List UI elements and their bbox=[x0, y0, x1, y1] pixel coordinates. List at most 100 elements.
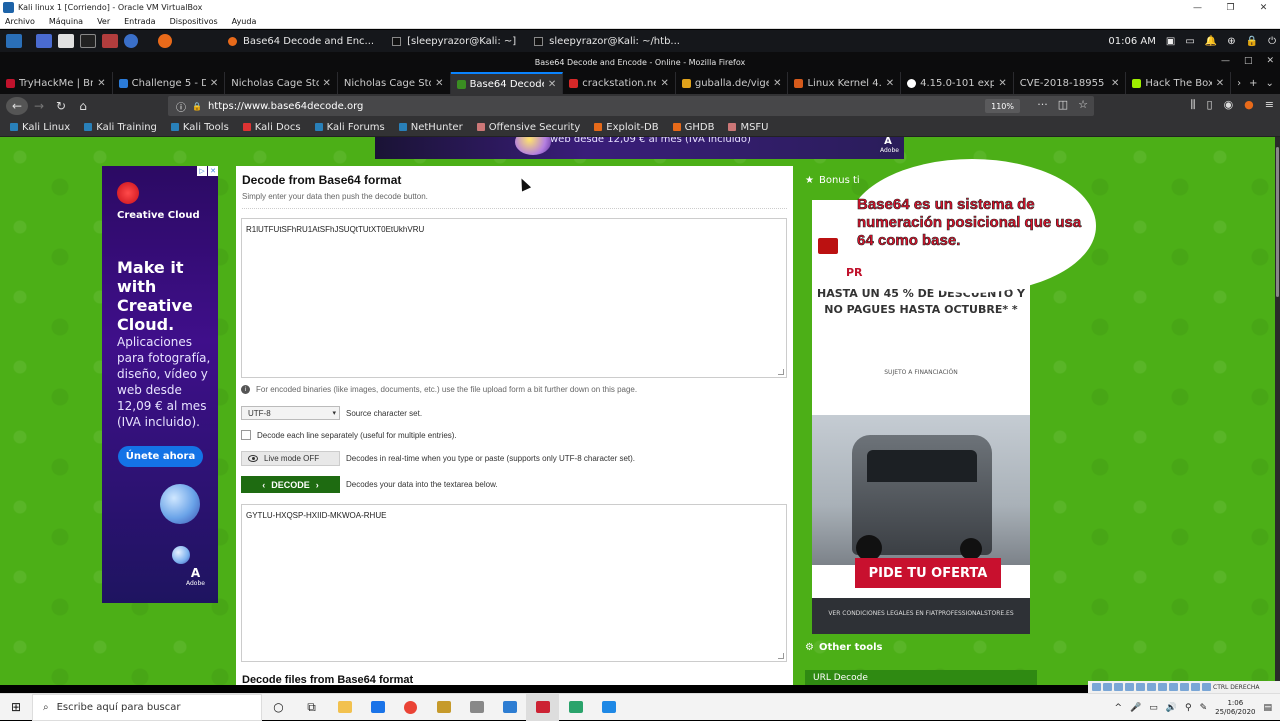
tab-close-icon[interactable]: ✕ bbox=[660, 78, 668, 89]
tab-close-icon[interactable]: ✕ bbox=[97, 78, 105, 89]
pen-icon[interactable]: ✎ bbox=[1200, 703, 1208, 713]
task-firefox[interactable]: Base64 Decode and Enc... bbox=[222, 32, 380, 50]
left-ad[interactable]: ▷ ✕ Creative Cloud Make it with Creative … bbox=[102, 166, 218, 603]
power-icon[interactable]: ⏻ bbox=[1268, 36, 1276, 47]
taskbar-search[interactable]: ⌕ Escribe aquí para buscar bbox=[32, 693, 262, 721]
tab-close-icon[interactable]: ✕ bbox=[886, 78, 894, 89]
url-bar[interactable]: ⓘ 🔒 https://www.base64decode.org 110% ··… bbox=[168, 96, 1094, 116]
ff-maximize-icon[interactable]: □ bbox=[1244, 56, 1253, 66]
tab[interactable]: 4.15.0-101 explo ✕ bbox=[901, 72, 1014, 94]
task-terminal-1[interactable]: [sleepyrazor@Kali: ~] bbox=[386, 32, 522, 50]
decode-button[interactable]: ‹ DECODE › bbox=[241, 476, 340, 493]
windows-start-icon[interactable]: ⊞ bbox=[0, 694, 32, 721]
resize-grip-icon[interactable] bbox=[778, 369, 784, 375]
tab-close-icon[interactable]: ✕ bbox=[1216, 78, 1224, 89]
tab-close-icon[interactable]: ✕ bbox=[998, 78, 1006, 89]
usb-icon[interactable] bbox=[1136, 683, 1145, 691]
url-text[interactable]: https://www.base64decode.org bbox=[208, 101, 363, 112]
task-terminal-2[interactable]: sleepyrazor@Kali: ~/htb... bbox=[528, 32, 686, 50]
scrollbar-thumb[interactable] bbox=[1276, 147, 1279, 297]
account-icon[interactable]: ◉ bbox=[1224, 98, 1234, 112]
tray-up-icon[interactable]: ^ bbox=[1114, 703, 1122, 713]
mouse-icon[interactable] bbox=[1191, 683, 1200, 691]
library-icon[interactable]: ⫼ bbox=[1190, 98, 1195, 112]
tab[interactable]: Hack The Box :: C ✕ bbox=[1126, 72, 1232, 94]
ad-cta-button[interactable]: Únete ahora bbox=[118, 446, 203, 467]
charset-select[interactable]: UTF-8 ▾ bbox=[241, 406, 340, 420]
app-icon[interactable] bbox=[427, 694, 460, 721]
bookmark[interactable]: Kali Forums bbox=[314, 122, 385, 133]
tab-close-icon[interactable]: ✕ bbox=[210, 78, 218, 89]
sidebar-icon[interactable]: ▯ bbox=[1207, 98, 1213, 112]
minimize-icon[interactable]: — bbox=[1181, 0, 1214, 15]
bookmark[interactable]: Kali Linux bbox=[10, 122, 70, 133]
tab-close-icon[interactable]: ✕ bbox=[1111, 78, 1119, 89]
menu-archivo[interactable]: Archivo bbox=[5, 17, 35, 26]
workspace-icon[interactable] bbox=[36, 34, 52, 48]
menu-entrada[interactable]: Entrada bbox=[124, 17, 155, 26]
resize-grip-icon[interactable] bbox=[778, 653, 784, 659]
top-banner-ad[interactable]: web desde 12,09 € al mes (IVA incluido) … bbox=[375, 137, 904, 159]
task-view-icon[interactable]: ⧉ bbox=[295, 694, 328, 721]
file-explorer-icon[interactable] bbox=[328, 694, 361, 721]
bookmark[interactable]: Offensive Security bbox=[476, 122, 580, 133]
pocket-icon[interactable]: ◫ bbox=[1058, 98, 1068, 111]
home-icon[interactable]: ⌂ bbox=[72, 99, 94, 113]
menu-maquina[interactable]: Máquina bbox=[49, 17, 83, 26]
app-icon[interactable] bbox=[526, 693, 559, 721]
vscode-icon[interactable] bbox=[493, 694, 526, 721]
menu-icon[interactable]: ≡ bbox=[1265, 98, 1274, 112]
cd-icon[interactable] bbox=[1103, 683, 1112, 691]
app-icon[interactable] bbox=[102, 34, 118, 48]
tab[interactable]: Nicholas Cage Stor ✕ bbox=[338, 72, 451, 94]
bookmark[interactable]: Kali Docs bbox=[242, 122, 301, 133]
back-icon[interactable]: ← bbox=[6, 97, 28, 115]
live-mode-button[interactable]: Live mode OFF bbox=[241, 451, 340, 466]
tab[interactable]: TryHackMe | Bre ✕ bbox=[0, 72, 113, 94]
tab-active[interactable]: Base64 Decode ✕ bbox=[450, 72, 564, 94]
tab-close-icon[interactable]: ✕ bbox=[323, 78, 331, 89]
tab-list-icon[interactable]: ⌄ bbox=[1266, 78, 1274, 89]
app-icon[interactable] bbox=[592, 694, 625, 721]
panel-clock[interactable]: 01:06 AM bbox=[1108, 36, 1155, 47]
bookmark[interactable]: GHDB bbox=[672, 122, 714, 133]
browser-icon[interactable] bbox=[124, 34, 138, 48]
volume-icon[interactable]: 🔊 bbox=[1166, 703, 1177, 713]
menu-ayuda[interactable]: Ayuda bbox=[232, 17, 257, 26]
bookmark-star-icon[interactable]: ☆ bbox=[1078, 98, 1088, 111]
files-icon[interactable] bbox=[58, 34, 74, 48]
battery-icon[interactable]: ▭ bbox=[1149, 703, 1158, 713]
menu-ver[interactable]: Ver bbox=[97, 17, 110, 26]
display-icon[interactable] bbox=[1158, 683, 1167, 691]
mail-icon[interactable] bbox=[361, 694, 394, 721]
ff-minimize-icon[interactable]: — bbox=[1221, 56, 1230, 66]
kali-menu-icon[interactable] bbox=[6, 34, 22, 48]
reload-icon[interactable]: ↻ bbox=[50, 99, 72, 113]
forward-icon[interactable]: → bbox=[28, 99, 50, 113]
info-icon[interactable]: ⓘ bbox=[176, 99, 186, 114]
ad-cta-button[interactable]: PIDE TU OFERTA bbox=[855, 558, 1001, 588]
tab-close-icon[interactable]: ✕ bbox=[435, 78, 443, 89]
tab[interactable]: Linux Kernel 4.1 ✕ bbox=[788, 72, 902, 94]
adchoices[interactable]: ▷ ✕ bbox=[197, 166, 218, 176]
shared-folder-icon[interactable] bbox=[1147, 683, 1156, 691]
menu-dispositivos[interactable]: Dispositivos bbox=[170, 17, 218, 26]
page-scrollbar[interactable] bbox=[1275, 137, 1280, 685]
tab-scroll-right-icon[interactable]: › bbox=[1237, 78, 1241, 89]
lock-icon[interactable]: 🔒 bbox=[1246, 36, 1258, 47]
cpu-icon[interactable] bbox=[1180, 683, 1189, 691]
bookmark[interactable]: NetHunter bbox=[398, 122, 463, 133]
display-icon[interactable]: ▭ bbox=[1185, 36, 1194, 47]
keyboard-icon[interactable] bbox=[1202, 683, 1211, 691]
bookmark[interactable]: MSFU bbox=[728, 122, 769, 133]
firefox-launcher-icon[interactable] bbox=[158, 34, 172, 48]
window-icon[interactable]: ▣ bbox=[1166, 36, 1175, 47]
audio-icon[interactable] bbox=[1114, 683, 1123, 691]
close-icon[interactable]: ✕ bbox=[1247, 0, 1280, 15]
new-tab-icon[interactable]: + bbox=[1249, 78, 1257, 89]
bookmark[interactable]: Kali Tools bbox=[170, 122, 229, 133]
ad-close-icon[interactable]: ✕ bbox=[208, 166, 218, 176]
terminal-icon[interactable] bbox=[80, 34, 96, 48]
disk-icon[interactable] bbox=[1092, 683, 1101, 691]
record-icon[interactable] bbox=[1169, 683, 1178, 691]
